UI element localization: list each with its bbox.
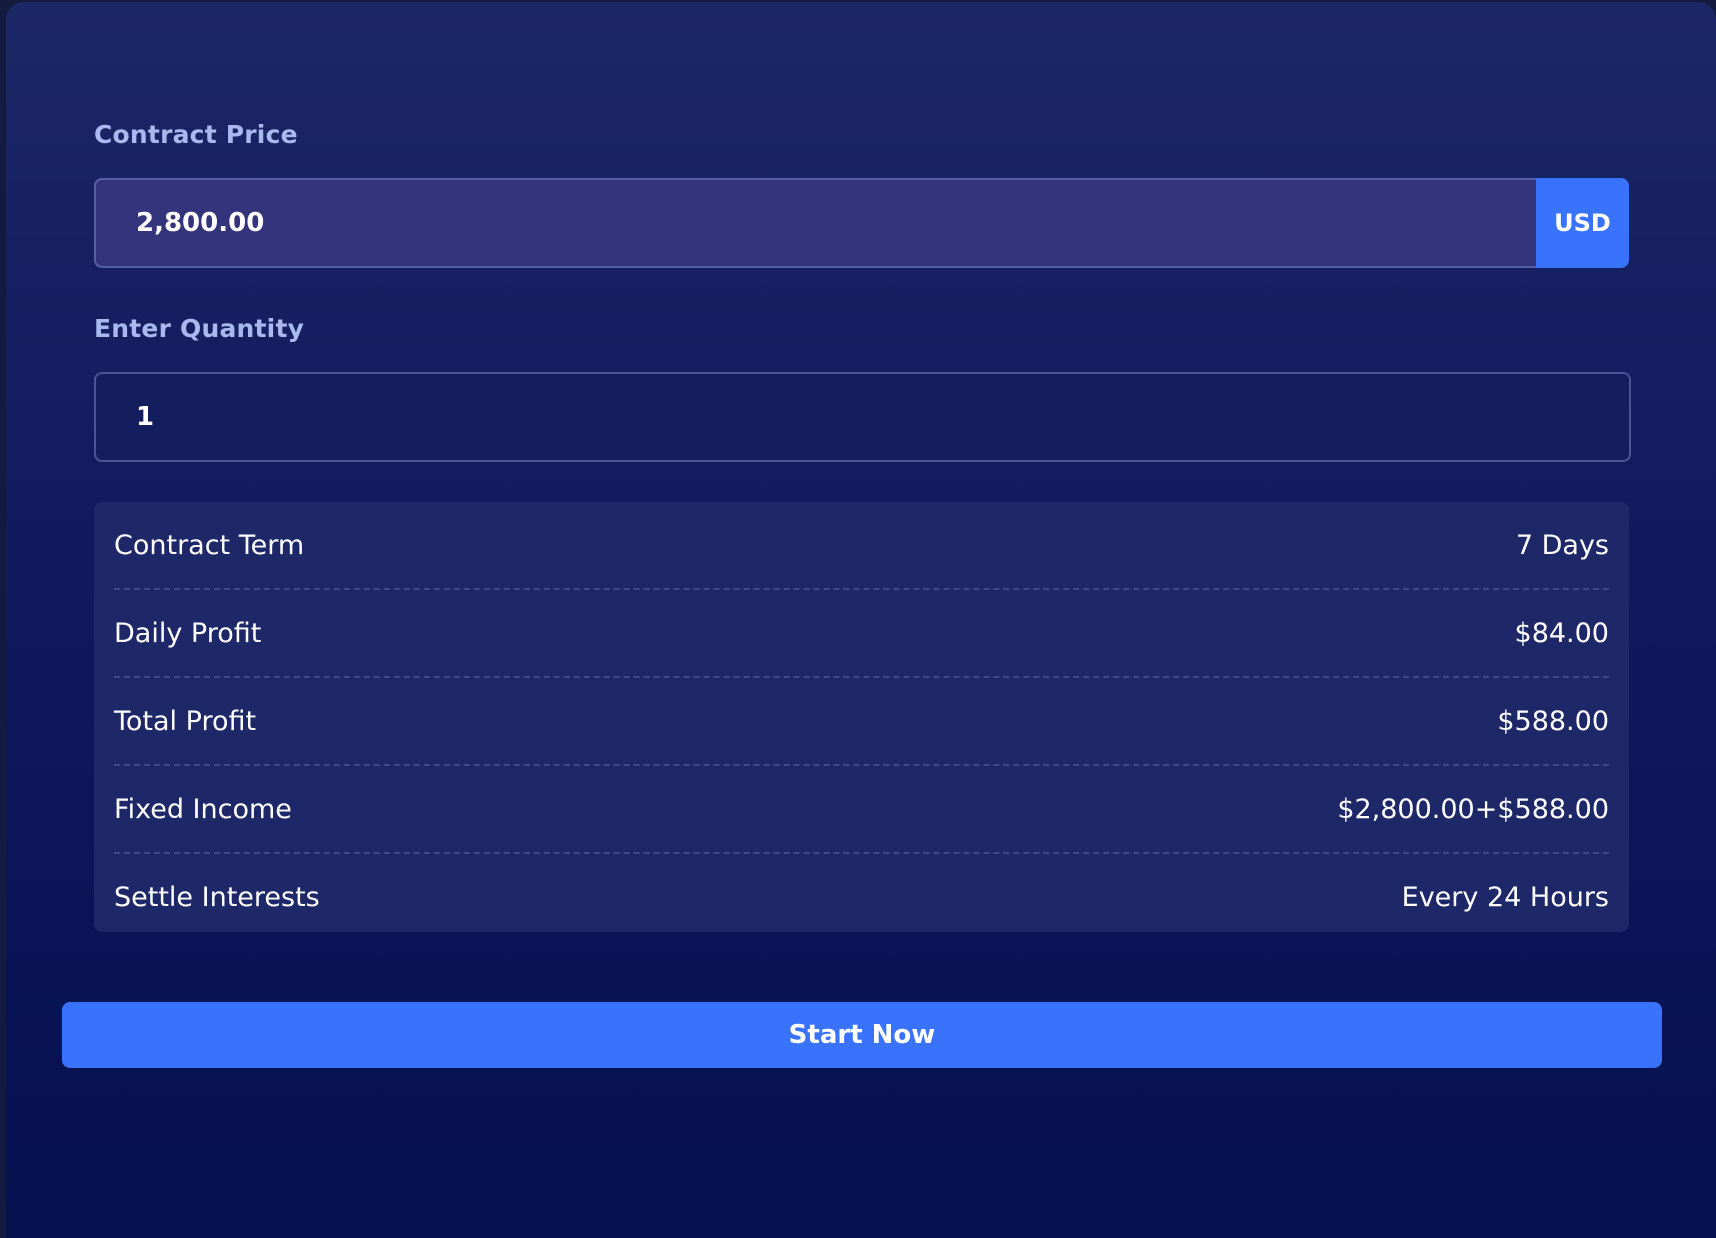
detail-label: Fixed Income	[114, 793, 292, 825]
detail-value: $84.00	[1514, 617, 1609, 649]
detail-row-contract-term: Contract Term 7 Days	[114, 502, 1609, 590]
contract-price-input[interactable]	[94, 178, 1536, 268]
detail-row-settle-interests: Settle Interests Every 24 Hours	[114, 854, 1609, 940]
detail-row-fixed-income: Fixed Income $2,800.00+$588.00	[114, 766, 1609, 854]
start-now-button[interactable]: Start Now	[62, 1002, 1662, 1068]
contract-price-field-group: USD	[94, 178, 1629, 268]
contract-details-list: Contract Term 7 Days Daily Profit $84.00…	[94, 502, 1629, 932]
detail-row-daily-profit: Daily Profit $84.00	[114, 590, 1609, 678]
contract-purchase-panel: Contract Price USD Enter Quantity Contra…	[6, 2, 1716, 1238]
detail-label: Settle Interests	[114, 881, 320, 913]
currency-badge: USD	[1536, 178, 1629, 268]
detail-label: Daily Profit	[114, 617, 262, 649]
quantity-input[interactable]	[94, 372, 1631, 462]
detail-label: Total Profit	[114, 705, 257, 737]
quantity-label: Enter Quantity	[94, 314, 305, 343]
detail-value: $588.00	[1497, 705, 1609, 737]
contract-price-label: Contract Price	[94, 120, 298, 149]
detail-label: Contract Term	[114, 529, 305, 561]
detail-value: $2,800.00+$588.00	[1337, 793, 1609, 825]
detail-value: Every 24 Hours	[1401, 881, 1609, 913]
detail-value: 7 Days	[1515, 529, 1609, 561]
detail-row-total-profit: Total Profit $588.00	[114, 678, 1609, 766]
